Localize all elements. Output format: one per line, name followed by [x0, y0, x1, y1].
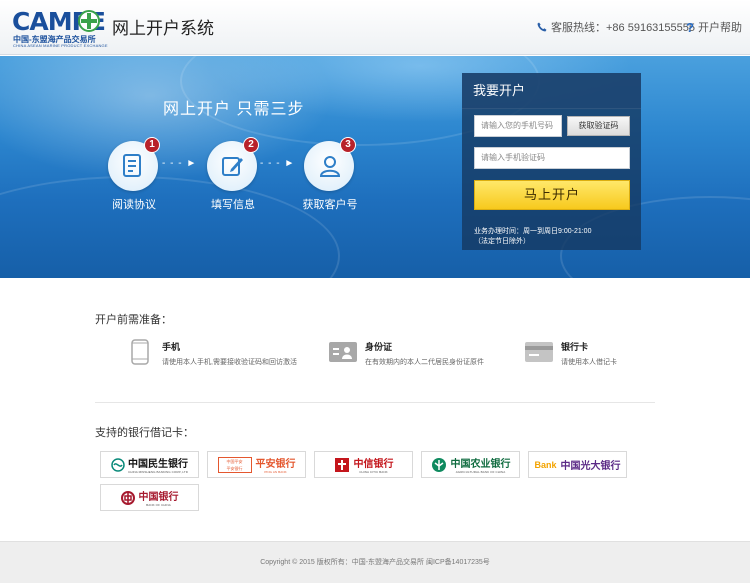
prep-item-desc: 请使用本人手机,需要接收验证码和回访激活	[162, 359, 297, 366]
prep-item-title: 银行卡	[561, 342, 589, 352]
get-code-button[interactable]: 获取验证码	[567, 116, 630, 136]
open-account-button[interactable]: 马上开户	[474, 180, 630, 210]
prep-item-title: 身份证	[365, 342, 393, 352]
step-number-badge: 3	[340, 137, 356, 153]
step-fill-info: 2 填写信息	[193, 137, 273, 221]
question-icon: ?	[686, 19, 694, 35]
document-icon	[123, 154, 141, 177]
section-divider	[95, 402, 655, 403]
bank-name-en: BANK OF CHINA	[146, 503, 171, 507]
prep-item-desc: 在有效期内的本人二代居民身份证原件	[365, 359, 484, 366]
bank-logo-abc: 中国农业银行 AGRICULTURAL BANK OF CHINA	[421, 451, 520, 478]
bank-logo-citic: 中信银行 CHINA CITIC BANK	[314, 451, 413, 478]
pingan-logo-icon: 中国平安 平安银行	[217, 456, 252, 473]
step-get-customer-id: 3 获取客户号	[290, 137, 370, 221]
prep-title: 开户前需准备：	[95, 314, 172, 326]
business-hours-note: （法定节日除外）	[474, 238, 530, 245]
bank-name: 中国民生银行	[128, 459, 188, 470]
ceb-logo-text: Bank	[534, 459, 557, 470]
logo[interactable]: CAMPE 中国-东盟海产品交易所 CHINA ASEAN MARINE PRO…	[12, 7, 108, 48]
prep-item-id-card: 身份证 在有效期内的本人二代居民身份证原件	[328, 337, 484, 367]
citic-logo-icon	[334, 457, 349, 472]
bank-logo-pingan: 中国平安 平安银行 平安银行 PING AN BANK	[207, 451, 306, 478]
bank-name-en: AGRICULTURAL BANK OF CHINA	[455, 470, 506, 474]
help-link[interactable]: ? 开户帮助	[686, 19, 742, 35]
prep-item-title: 手机	[162, 342, 181, 352]
phone-handset-icon	[537, 22, 547, 32]
user-icon	[319, 156, 341, 177]
step-label: 阅读协议	[112, 199, 156, 211]
bank-name: 中国银行	[138, 492, 179, 503]
bank-name-en: CHINA CITIC BANK	[359, 470, 388, 474]
prep-item-bank-card: 银行卡 请使用本人借记卡	[524, 337, 617, 367]
minsheng-logo-icon	[111, 457, 125, 472]
footer: Copyright © 2015 版权所有：中国-东盟海产品交易所 闽ICP备1…	[0, 541, 750, 583]
prep-item-desc: 请使用本人借记卡	[561, 359, 617, 366]
bank-name: 平安银行	[255, 459, 296, 470]
code-input[interactable]: 请输入手机验证码	[474, 147, 630, 169]
page-title: 网上开户系统	[112, 19, 214, 38]
banks-title: 支持的银行借记卡：	[95, 427, 194, 439]
id-card-icon	[328, 337, 358, 367]
business-hours: 业务办理时间：周一到周日9:00-21:00 （法定节日除外）	[474, 227, 591, 247]
bank-logo-ceb: Bank 中国光大银行	[528, 451, 627, 478]
bank-name: 中信银行	[353, 459, 394, 470]
step-number-badge: 2	[243, 137, 259, 153]
help-label: 开户帮助	[697, 22, 742, 34]
phone-icon	[125, 337, 155, 367]
step-number-badge: 1	[144, 137, 160, 153]
step-read-agreement: 1 阅读协议	[94, 137, 174, 221]
bank-name: 中国农业银行	[450, 459, 511, 470]
logo-english: CHINA ASEAN MARINE PRODUCT EXCHANGE	[13, 43, 108, 48]
step-arrow: - - - ►	[162, 158, 198, 169]
bank-name: 中国光大银行	[560, 461, 621, 472]
bank-card-icon	[524, 337, 554, 367]
hotline: 客服热线：+86 59163155555	[537, 19, 695, 35]
step-label: 填写信息	[211, 199, 255, 211]
signup-title: 我要开户	[462, 73, 641, 109]
bank-logo-boc: 中国银行 BANK OF CHINA	[100, 484, 199, 511]
bank-logo-minsheng: 中国民生银行 CHINA MINSHENG BANKING CORP.,LTD	[100, 451, 199, 478]
edit-icon	[222, 157, 243, 176]
bank-name-en: CHINA MINSHENG BANKING CORP.,LTD	[128, 470, 188, 474]
bank-name-en: PING AN BANK	[264, 470, 287, 474]
slogan: 网上开户 只需三步	[163, 101, 305, 118]
hotline-text: 客服热线：+86 59163155555	[551, 22, 696, 34]
abc-logo-icon	[431, 457, 446, 472]
logo-cross-icon	[78, 10, 100, 32]
header: CAMPE 中国-东盟海产品交易所 CHINA ASEAN MARINE PRO…	[0, 0, 750, 55]
boc-logo-icon	[120, 490, 135, 505]
business-hours-line: 业务办理时间：周一到周日9:00-21:00	[474, 228, 592, 235]
step-label: 获取客户号	[302, 199, 358, 211]
phone-input[interactable]: 请输入您的手机号码	[474, 115, 562, 137]
prep-item-phone: 手机 请使用本人手机,需要接收验证码和回访激活	[125, 337, 297, 367]
